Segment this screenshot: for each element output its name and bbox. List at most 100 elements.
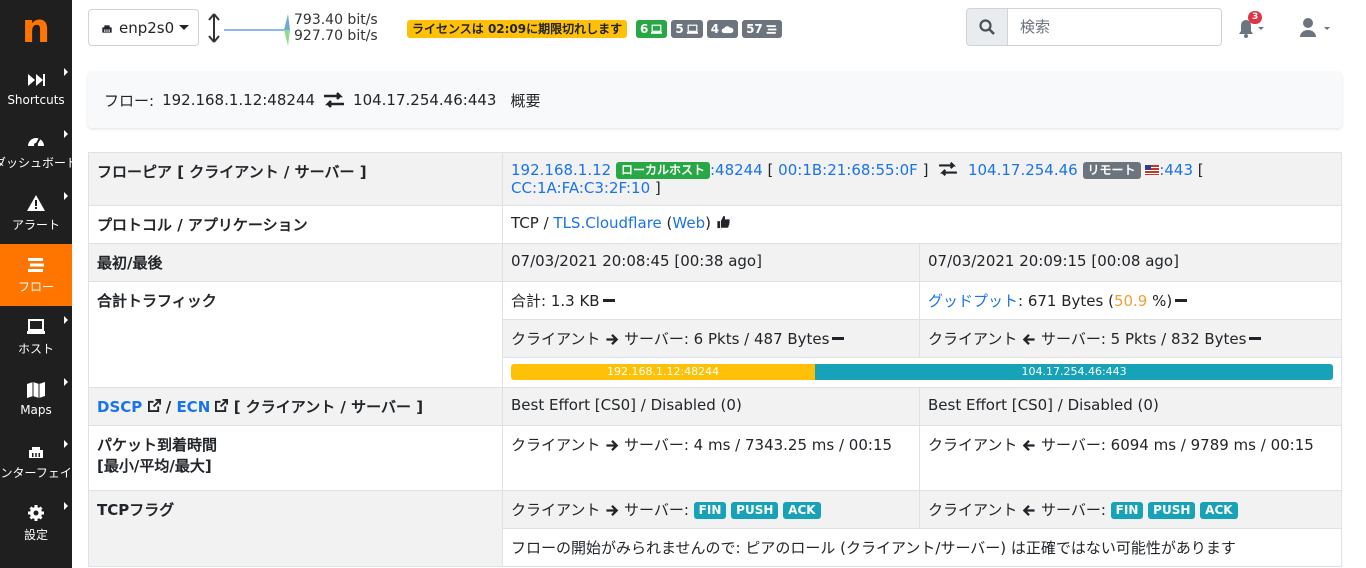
caret-right-icon: [64, 440, 68, 448]
client-mac-link[interactable]: 00:1B:21:68:55:0F: [778, 161, 918, 179]
arrow-right-icon: [606, 505, 619, 516]
nav-settings[interactable]: 設定: [0, 492, 72, 554]
localhost-tag: ローカルホスト: [615, 162, 710, 179]
nav-maps[interactable]: Maps: [0, 368, 72, 430]
server-mac-link[interactable]: CC:1A:FA:C3:2F:10: [511, 179, 650, 197]
user-icon[interactable]: [1298, 16, 1334, 40]
ethernet-icon: [102, 24, 112, 33]
flows-badge[interactable]: 57: [742, 20, 782, 38]
search-input[interactable]: [1008, 8, 1222, 46]
dscp-c2s: Best Effort [CS0] / Disabled (0): [502, 387, 920, 426]
client-ip-link[interactable]: 192.168.1.12: [511, 161, 611, 179]
category-link[interactable]: Web: [672, 214, 705, 232]
stream-icon: [766, 24, 777, 34]
last-seen: 07/03/2021 20:09:15 [00:08 ago]: [919, 243, 1342, 282]
flag-fin-badge: FIN: [693, 502, 727, 519]
row-label: 合計トラフィック: [88, 281, 503, 388]
local-hosts-badge[interactable]: 6: [636, 20, 668, 38]
server-ip-link[interactable]: 104.17.254.46: [968, 161, 1078, 179]
row-protocol: プロトコル / アプリケーション TCP / TLS.Cloudflare (W…: [88, 205, 1342, 244]
exchange-icon: [939, 161, 958, 177]
nav-hosts[interactable]: ホスト: [0, 306, 72, 368]
traffic-split-bar: 192.168.1.12:48244 104.17.254.46:443: [511, 364, 1333, 380]
flag-ack-badge: ACK: [783, 502, 821, 519]
row-tcp-flags: TCPフラグ クライアント サーバー: FIN PUSH ACK クライアント …: [88, 490, 1342, 567]
caret-right-icon: [64, 316, 68, 324]
total-traffic: 合計: 1.3 KB: [502, 281, 920, 320]
row-label: 最初/最後: [88, 243, 503, 282]
cog-icon: [28, 504, 44, 521]
topbar: enp2s0 793.40 bit/s 927.70 bit/s ライセンスは …: [72, 0, 1366, 58]
flag-push-badge: PUSH: [731, 502, 779, 519]
trend-flat-icon: [1175, 299, 1188, 302]
remote-hosts-badge[interactable]: 5: [671, 20, 703, 38]
interface-name: enp2s0: [119, 18, 175, 37]
ntopng-logo[interactable]: n: [0, 0, 72, 58]
laptop-icon: [651, 24, 663, 34]
search-button[interactable]: [966, 8, 1008, 46]
map-icon: [27, 382, 45, 398]
first-seen: 07/03/2021 20:08:45 [00:38 ago]: [502, 243, 920, 282]
row-label: フローピア [ クライアント / サーバー ]: [88, 152, 503, 206]
search-icon: [979, 19, 995, 35]
us-flag-icon: [1145, 165, 1160, 175]
flag-fin-badge: FIN: [1110, 502, 1144, 519]
c2s-traffic: クライアント サーバー: 6 Pkts / 487 Bytes: [502, 319, 920, 358]
devices-badge[interactable]: 4: [706, 20, 739, 38]
arrow-left-icon: [1022, 505, 1035, 516]
thumbs-up-icon: [717, 215, 730, 229]
app-link[interactable]: TLS.Cloudflare: [553, 214, 661, 232]
goodput-link[interactable]: グッドプット: [928, 292, 1018, 310]
server-bar-segment: 104.17.254.46:443: [815, 364, 1333, 380]
row-inter-arrival: パケット到着時間 [最小/平均/最大] クライアント サーバー: 4 ms / …: [88, 425, 1342, 491]
breadcrumb-server: 104.17.254.46:443: [353, 91, 497, 109]
row-total-traffic: 合計トラフィック 合計: 1.3 KB グッドプット: 671 Bytes (5…: [88, 281, 1342, 388]
row-first-last: 最初/最後 07/03/2021 20:08:45 [00:38 ago] 07…: [88, 243, 1342, 282]
nav-alerts[interactable]: アラート: [0, 182, 72, 244]
dscp-s2c: Best Effort [CS0] / Disabled (0): [919, 387, 1342, 426]
row-flow-peers: フローピア [ クライアント / サーバー ] 192.168.1.12 ローカ…: [88, 152, 1342, 206]
traffic-bar-cell: 192.168.1.12:48244 104.17.254.46:443: [502, 357, 1342, 388]
counter-badges: 6 5 4 57: [636, 20, 782, 38]
interface-select[interactable]: enp2s0: [88, 9, 199, 46]
ecn-link[interactable]: ECN: [176, 398, 210, 416]
sidebar: n Shortcuts ダッシュボード アラート フロー ホスト Maps イン…: [0, 0, 83, 568]
exchange-icon: [324, 92, 345, 108]
breadcrumb: フロー: 192.168.1.12:48244 104.17.254.46:44…: [88, 72, 1342, 128]
role-warning-note: フローの開始がみられませんので: ピアのロール (クライアント/サーバー) は正…: [502, 528, 1342, 567]
nav-flows[interactable]: フロー: [0, 244, 72, 306]
nav-shortcuts[interactable]: Shortcuts: [0, 58, 72, 120]
tcp-flags-s2c: クライアント サーバー: FIN PUSH ACK: [919, 490, 1342, 529]
up-down-arrows-icon: [208, 13, 220, 43]
trend-flat-icon: [602, 299, 615, 302]
protocol-value: TCP / TLS.Cloudflare (Web): [502, 205, 1342, 244]
nav-interfaces[interactable]: インターフェイス: [0, 430, 83, 492]
row-label: TCPフラグ: [88, 490, 503, 567]
external-link-icon[interactable]: [147, 399, 161, 412]
upload-rate: 793.40 bit/s: [294, 12, 378, 28]
traffic-rates: 793.40 bit/s 927.70 bit/s: [294, 12, 378, 44]
gauge-icon: [28, 137, 44, 147]
license-badge[interactable]: ライセンスは 02:09に期限切れします: [407, 20, 628, 38]
breadcrumb-prefix: フロー:: [104, 91, 155, 110]
laptop-icon: [27, 318, 45, 334]
tcp-flags-c2s: クライアント サーバー: FIN PUSH ACK: [502, 490, 920, 529]
ethernet-icon: [29, 446, 43, 458]
nav-dashboard[interactable]: ダッシュボード: [0, 120, 78, 182]
dscp-link[interactable]: DSCP: [97, 398, 142, 416]
external-link-icon[interactable]: [215, 399, 229, 412]
client-port-link[interactable]: :48244: [710, 161, 763, 179]
goodput: グッドプット: 671 Bytes (50.9 %): [919, 281, 1342, 320]
server-port-link[interactable]: :443: [1159, 161, 1193, 179]
s2c-traffic: クライアント サーバー: 5 Pkts / 832 Bytes: [919, 319, 1342, 358]
download-rate: 927.70 bit/s: [294, 28, 378, 44]
breadcrumb-overview: 概要: [510, 91, 541, 110]
flag-push-badge: PUSH: [1148, 502, 1196, 519]
iat-s2c: クライアント サーバー: 6094 ms / 9789 ms / 00:15: [919, 425, 1342, 491]
trend-flat-icon: [832, 337, 845, 340]
row-label: パケット到着時間 [最小/平均/最大]: [88, 425, 503, 491]
notification-count-badge: 3: [1248, 11, 1263, 24]
peers-value: 192.168.1.12 ローカルホスト:48244 [ 00:1B:21:68…: [502, 152, 1342, 206]
iat-c2s: クライアント サーバー: 4 ms / 7343.25 ms / 00:15: [502, 425, 920, 491]
arrow-left-icon: [1022, 334, 1035, 345]
